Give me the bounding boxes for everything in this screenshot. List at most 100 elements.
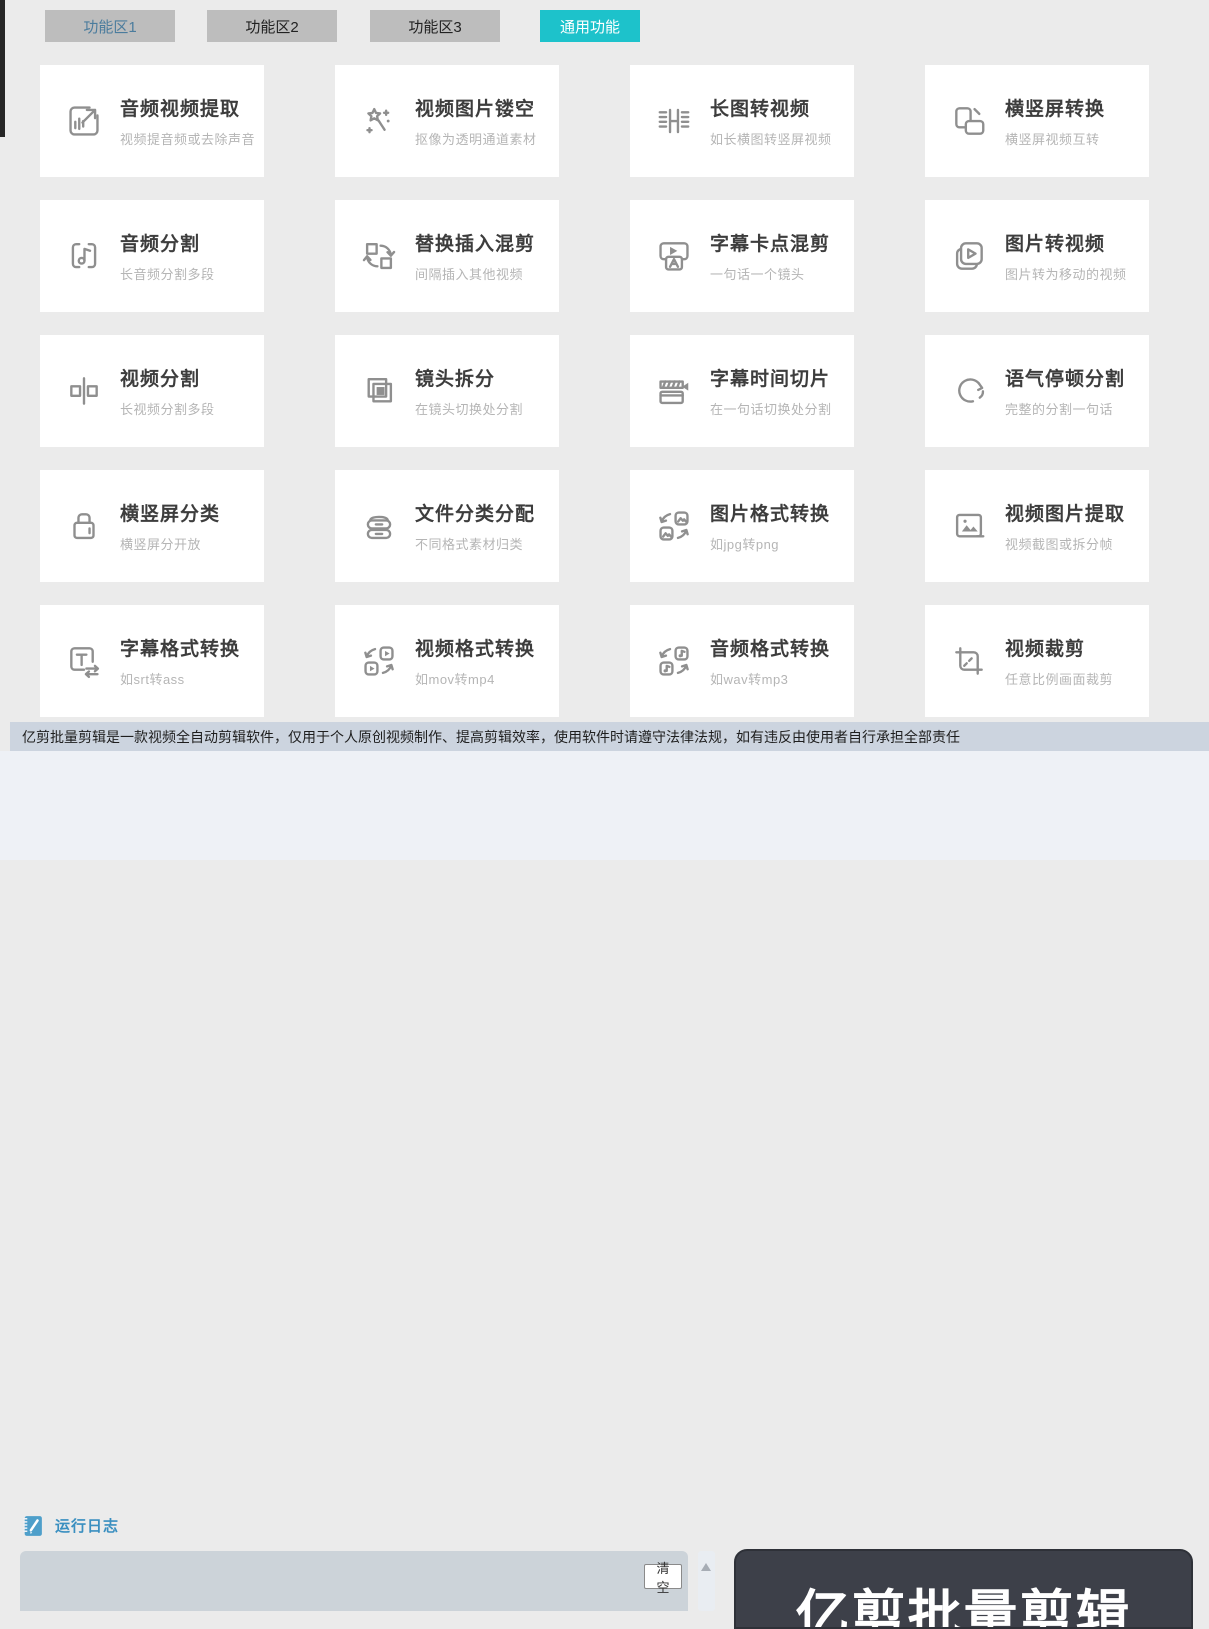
feature-card-video-format-convert[interactable]: 视频格式转换如mov转mp4 <box>335 605 559 717</box>
feature-card-subtitle-beat-mix[interactable]: 字幕卡点混剪一句话一个镜头 <box>630 200 854 312</box>
feature-card-image-format-convert[interactable]: 图片格式转换如jpg转png <box>630 470 854 582</box>
feature-subtitle: 如srt转ass <box>120 672 185 687</box>
feature-card-subtitle-time-slice[interactable]: 字幕时间切片在一句话切换处分割 <box>630 335 854 447</box>
tab-label: 功能区3 <box>408 18 462 36</box>
feature-subtitle: 横竖屏分开放 <box>120 537 202 552</box>
image-format-convert-icon <box>654 506 694 546</box>
log-header: 运行日志 <box>20 1513 119 1538</box>
tab-function-area-1[interactable]: 功能区1 <box>45 10 175 42</box>
feature-subtitle: 不同格式素材归类 <box>415 537 524 552</box>
audio-video-extract-icon <box>64 101 104 141</box>
tab-function-area-2[interactable]: 功能区2 <box>207 10 337 42</box>
feature-card-audio-format-convert[interactable]: 音频格式转换如wav转mp3 <box>630 605 854 717</box>
feature-card-replace-insert-mix[interactable]: 替换插入混剪间隔插入其他视频 <box>335 200 559 312</box>
feature-subtitle: 完整的分割一句话 <box>1005 402 1114 417</box>
feature-title: 音频视频提取 <box>120 99 241 120</box>
feature-title: 视频格式转换 <box>415 639 536 660</box>
tab-general-functions[interactable]: 通用功能 <box>540 10 640 42</box>
magic-wand-icon <box>359 101 399 141</box>
feature-title: 音频分割 <box>120 234 201 255</box>
feature-grid: 音频视频提取 视频提音频或去除声音 视频图片镂空抠像为透明通道素材 长图转视频如长… <box>40 65 1149 717</box>
feature-title: 视频分割 <box>120 369 201 390</box>
feature-card-shot-split[interactable]: 镜头拆分在镜头切换处分割 <box>335 335 559 447</box>
feature-subtitle: 在镜头切换处分割 <box>415 402 524 417</box>
log-output-area[interactable]: 清空 <box>20 1551 688 1611</box>
subtitle-format-convert-icon <box>64 641 104 681</box>
feature-subtitle: 如wav转mp3 <box>710 672 789 687</box>
disclaimer-bar: 亿剪批量剪辑是一款视频全自动剪辑软件，仅用于个人原创视频制作、提高剪辑效率，使用… <box>10 722 1209 751</box>
feature-title: 视频图片提取 <box>1005 504 1126 525</box>
tab-label: 功能区1 <box>83 18 137 36</box>
feature-card-video-split[interactable]: 视频分割长视频分割多段 <box>40 335 264 447</box>
feature-card-audio-video-extract[interactable]: 音频视频提取 视频提音频或去除声音 <box>40 65 264 177</box>
feature-subtitle: 一句话一个镜头 <box>710 267 805 282</box>
feature-card-file-classify[interactable]: 文件分类分配不同格式素材归类 <box>335 470 559 582</box>
feature-title: 音频格式转换 <box>710 639 831 660</box>
feature-title: 视频图片镂空 <box>415 99 536 120</box>
feature-title: 图片格式转换 <box>710 504 831 525</box>
feature-title: 视频裁剪 <box>1005 639 1086 660</box>
audio-split-icon <box>64 236 104 276</box>
tab-label: 功能区2 <box>245 18 299 36</box>
feature-subtitle: 横竖屏视频互转 <box>1005 132 1100 147</box>
feature-title: 横竖屏分类 <box>120 504 221 525</box>
video-image-extract-icon <box>949 506 989 546</box>
feature-subtitle: 视频截图或拆分帧 <box>1005 537 1114 552</box>
replace-insert-icon <box>359 236 399 276</box>
shot-split-icon <box>359 371 399 411</box>
feature-title: 语气停顿分割 <box>1005 369 1126 390</box>
video-crop-icon <box>949 641 989 681</box>
log-section: 运行日志 清空 亿剪批量剪辑 <box>0 751 1209 1629</box>
feature-subtitle: 如jpg转png <box>710 537 780 552</box>
tab-label: 通用功能 <box>559 18 620 36</box>
feature-subtitle: 抠像为透明通道素材 <box>415 132 537 147</box>
feature-subtitle: 如mov转mp4 <box>415 672 495 687</box>
feature-card-orientation-convert[interactable]: 横竖屏转换横竖屏视频互转 <box>925 65 1149 177</box>
subtitle-beat-icon <box>654 236 694 276</box>
background-window-edge <box>0 0 5 137</box>
feature-card-video-image-extract[interactable]: 视频图片提取视频截图或拆分帧 <box>925 470 1149 582</box>
feature-title: 文件分类分配 <box>415 504 536 525</box>
feature-subtitle: 任意比例画面裁剪 <box>1005 672 1114 687</box>
feature-card-image-to-video[interactable]: 图片转视频图片转为移动的视频 <box>925 200 1149 312</box>
app-name: 亿剪批量剪辑 <box>795 1586 1132 1629</box>
feature-title: 字幕卡点混剪 <box>710 234 831 255</box>
brand-panel: 亿剪批量剪辑 <box>734 1549 1193 1629</box>
feature-title: 字幕格式转换 <box>120 639 241 660</box>
orientation-convert-icon <box>949 101 989 141</box>
feature-title: 镜头拆分 <box>415 369 496 390</box>
feature-subtitle: 长音频分割多段 <box>120 267 215 282</box>
tab-function-area-3[interactable]: 功能区3 <box>370 10 500 42</box>
feature-title: 替换插入混剪 <box>415 234 536 255</box>
feature-title: 字幕时间切片 <box>710 369 831 390</box>
audio-format-convert-icon <box>654 641 694 681</box>
feature-card-long-image-to-video[interactable]: 长图转视频如长横图转竖屏视频 <box>630 65 854 177</box>
feature-card-audio-split[interactable]: 音频分割长音频分割多段 <box>40 200 264 312</box>
disclaimer-text: 亿剪批量剪辑是一款视频全自动剪辑软件，仅用于个人原创视频制作、提高剪辑效率，使用… <box>22 728 960 745</box>
feature-title: 图片转视频 <box>1005 234 1106 255</box>
video-split-icon <box>64 371 104 411</box>
clapperboard-icon <box>654 371 694 411</box>
clear-log-button[interactable]: 清空 <box>644 1561 682 1595</box>
feature-subtitle: 间隔插入其他视频 <box>415 267 524 282</box>
file-classify-icon <box>359 506 399 546</box>
scroll-up-arrow-icon[interactable] <box>701 1563 711 1571</box>
orientation-classify-icon <box>64 506 104 546</box>
feature-subtitle: 图片转为移动的视频 <box>1005 267 1127 282</box>
feature-card-subtitle-format-convert[interactable]: 字幕格式转换如srt转ass <box>40 605 264 717</box>
log-title: 运行日志 <box>55 1518 120 1535</box>
feature-subtitle: 如长横图转竖屏视频 <box>710 132 832 147</box>
feature-subtitle: 长视频分割多段 <box>120 402 215 417</box>
log-notebook-icon <box>23 1516 42 1536</box>
log-scrollbar[interactable] <box>698 1551 715 1611</box>
feature-card-orientation-classify[interactable]: 横竖屏分类横竖屏分开放 <box>40 470 264 582</box>
feature-subtitle: 在一句话切换处分割 <box>710 402 832 417</box>
filmstrip-icon <box>654 101 694 141</box>
feature-card-video-image-keying[interactable]: 视频图片镂空抠像为透明通道素材 <box>335 65 559 177</box>
feature-title: 长图转视频 <box>710 99 811 120</box>
feature-card-pause-split[interactable]: 语气停顿分割完整的分割一句话 <box>925 335 1149 447</box>
feature-title: 横竖屏转换 <box>1005 99 1106 120</box>
video-format-convert-icon <box>359 641 399 681</box>
feature-card-video-crop[interactable]: 视频裁剪任意比例画面裁剪 <box>925 605 1149 717</box>
image-to-video-icon <box>949 236 989 276</box>
